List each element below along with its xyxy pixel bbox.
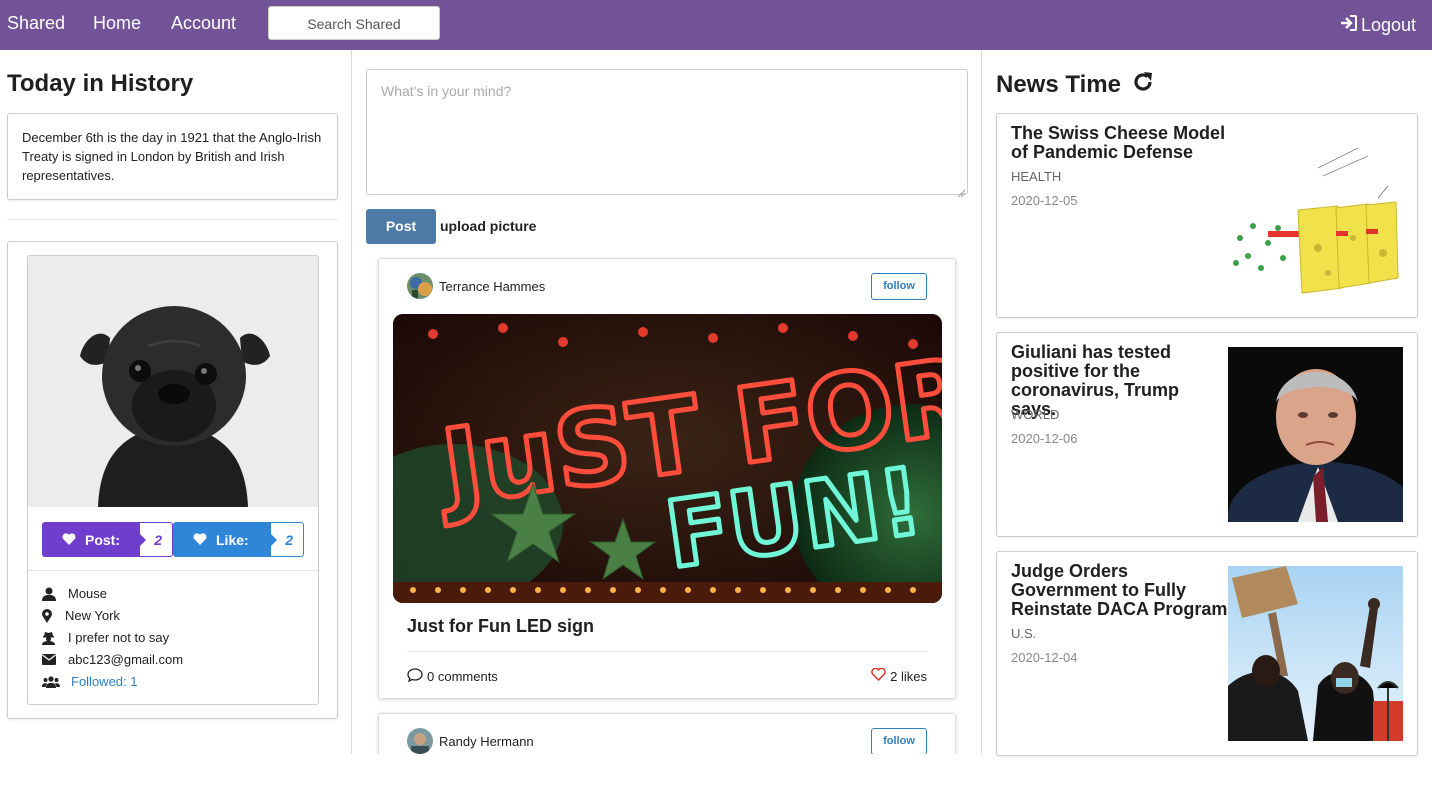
profile-email-row: abc123@gmail.com: [42, 652, 183, 667]
users-icon: [42, 675, 71, 688]
post-textarea[interactable]: What's in your mind?: [366, 69, 968, 198]
profile-name-row: Mouse: [42, 586, 107, 601]
sign-out-icon: [1339, 13, 1359, 38]
comment-icon: [407, 668, 423, 685]
like-button[interactable]: 2 likes: [871, 667, 927, 684]
news-date: 2020-12-04: [1011, 650, 1078, 665]
followed-count: Followed: 1: [71, 674, 138, 689]
divider: [7, 219, 338, 220]
like-count-label[interactable]: Like: 2: [173, 522, 304, 557]
news-thumbnail: [1228, 566, 1403, 741]
refresh-icon[interactable]: [1131, 70, 1155, 99]
news-category: WORLD: [1011, 407, 1060, 422]
nav-account-link[interactable]: Account: [171, 13, 236, 34]
profile-gender-row: I prefer not to say: [42, 630, 169, 645]
news-thumbnail: [1228, 347, 1403, 522]
profile-email: abc123@gmail.com: [68, 652, 184, 667]
news-item[interactable]: The Swiss Cheese Model of Pandemic Defen…: [996, 113, 1418, 318]
author-avatar: [407, 273, 433, 299]
news-item[interactable]: Judge Orders Government to Fully Reinsta…: [996, 551, 1418, 756]
profile-location-row: New York: [42, 608, 120, 623]
profile-gender: I prefer not to say: [68, 630, 170, 645]
post-title: Just for Fun LED sign: [407, 616, 594, 636]
logout-label: Logout: [1360, 15, 1416, 35]
history-title: Today in History: [7, 70, 194, 97]
news-category: U.S.: [1011, 626, 1037, 641]
search-input[interactable]: Search Shared: [268, 6, 440, 40]
profile-divider: [28, 570, 318, 571]
resize-handle-icon[interactable]: [957, 184, 966, 198]
news-title: News Time: [996, 70, 1121, 98]
post-divider: [407, 651, 928, 652]
feed-post-card: Terrance Hammes follow JuST FOR FUN! Jus…: [378, 258, 956, 699]
heart-icon: [193, 532, 207, 548]
likes-count: 2 likes: [890, 668, 927, 684]
heart-outline-icon: [871, 667, 886, 684]
profile-location: New York: [65, 608, 120, 623]
logout-button[interactable]: Logout: [1339, 13, 1416, 38]
left-column: Today in History December 6th is the day…: [0, 50, 352, 754]
news-item[interactable]: Giuliani has tested positive for the cor…: [996, 332, 1418, 537]
feed-post-card: Randy Hermann follow: [378, 713, 956, 754]
post-label: Post:: [85, 531, 120, 548]
post-button[interactable]: Post: [366, 209, 436, 244]
feed-column: What's in your mind? Post upload picture…: [352, 50, 982, 754]
news-header: News Time: [996, 70, 1155, 99]
comments-link[interactable]: 0 comments: [407, 668, 498, 685]
profile-card: Post: 2 Like: 2 Mouse New York I prefer …: [27, 255, 319, 705]
post-count-label[interactable]: Post: 2: [42, 522, 173, 557]
profile-photo: [28, 256, 318, 507]
follow-button[interactable]: follow: [871, 273, 927, 300]
user-icon: [42, 587, 68, 601]
news-date: 2020-12-06: [1011, 431, 1078, 446]
map-marker-icon: [42, 608, 65, 623]
post-image: JuST FOR FUN!: [393, 314, 942, 603]
like-label: Like:: [216, 531, 249, 548]
news-column: News Time The Swiss Cheese Model of Pand…: [982, 50, 1432, 770]
followed-link[interactable]: Followed: 1: [42, 674, 137, 689]
user-secret-icon: [42, 631, 68, 645]
comments-count: 0 comments: [427, 669, 498, 684]
post-author-row[interactable]: Terrance Hammes: [407, 273, 545, 299]
top-navbar: Shared Home Account Search Shared Logout: [0, 0, 1432, 50]
news-category: HEALTH: [1011, 169, 1062, 184]
envelope-icon: [42, 654, 68, 665]
news-thumbnail: [1228, 128, 1403, 303]
post-author-row[interactable]: Randy Hermann: [407, 728, 534, 754]
upload-picture-button[interactable]: upload picture: [440, 218, 536, 234]
brand-link[interactable]: Shared: [7, 13, 65, 34]
heart-icon: [62, 532, 76, 548]
nav-home-link[interactable]: Home: [93, 13, 141, 34]
profile-panel: Post: 2 Like: 2 Mouse New York I prefer …: [7, 241, 338, 719]
history-text: December 6th is the day in 1921 that the…: [7, 113, 338, 200]
post-author-name: Terrance Hammes: [439, 278, 546, 294]
news-headline[interactable]: Judge Orders Government to Fully Reinsta…: [1011, 562, 1229, 619]
follow-button[interactable]: follow: [871, 728, 927, 754]
post-author-name: Randy Hermann: [439, 733, 534, 749]
profile-name: Mouse: [68, 586, 108, 601]
post-textarea-placeholder: What's in your mind?: [381, 83, 512, 99]
news-date: 2020-12-05: [1011, 193, 1078, 208]
author-avatar: [407, 728, 433, 754]
news-headline[interactable]: The Swiss Cheese Model of Pandemic Defen…: [1011, 124, 1229, 162]
